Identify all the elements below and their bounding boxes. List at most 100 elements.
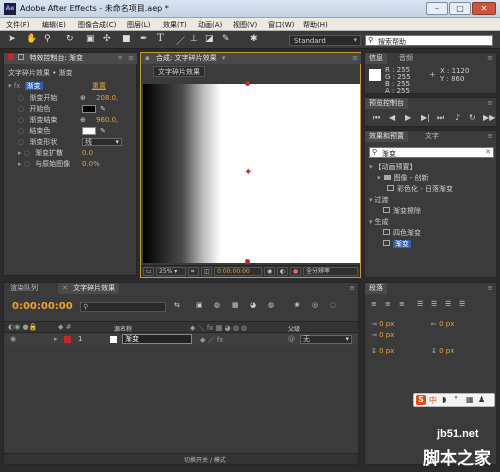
align-left-icon[interactable]: ≡ xyxy=(371,300,377,308)
minimize-icon[interactable]: – xyxy=(426,2,448,15)
stopwatch-icon[interactable]: ◌ xyxy=(18,116,24,124)
property-row[interactable]: ▸ ◌ 渐变扩散 0.0 xyxy=(4,148,136,158)
layer-name[interactable]: 渐变 xyxy=(122,334,192,344)
tab-info[interactable]: 信息 xyxy=(365,53,387,64)
ime-tools-icon[interactable]: ° xyxy=(454,395,458,404)
parent-select[interactable]: 无 ▾ xyxy=(300,335,352,344)
indent-left-value[interactable]: ⇥ 0 px xyxy=(371,320,394,328)
type-tool-icon[interactable]: T xyxy=(157,33,164,44)
gradient-end-point-icon[interactable] xyxy=(245,259,250,264)
stopwatch-icon[interactable]: ◌ xyxy=(18,138,24,146)
zoom-tool-icon[interactable]: ⚲ xyxy=(44,34,51,44)
tab-composition[interactable]: ▪ 合成: 文字碎片效果 ▾ ≡ xyxy=(141,53,361,64)
close-icon[interactable]: ✕ xyxy=(62,284,68,292)
tree-item[interactable]: 四色渐变 xyxy=(365,228,496,238)
justify-icon[interactable]: ☰ xyxy=(417,300,423,308)
justify-center-icon[interactable]: ☰ xyxy=(431,300,437,308)
ram-preview-icon[interactable]: ▶▶ xyxy=(483,113,495,122)
stopwatch-icon[interactable]: ◌ xyxy=(24,160,30,168)
property-value[interactable]: 960.0, xyxy=(96,115,118,125)
tab-audio[interactable]: 音频 xyxy=(395,53,417,64)
camera-tool-icon[interactable]: ▣ xyxy=(86,34,95,44)
comp-mini-flowchart-icon[interactable]: ⇆ xyxy=(174,301,180,309)
audio-icon[interactable]: ♪ xyxy=(455,113,460,122)
composition-subtab[interactable]: 文字碎片效果 xyxy=(153,66,205,77)
eye-icon[interactable]: ◉ xyxy=(10,335,16,343)
expand-arrow-icon[interactable]: ▸ xyxy=(54,335,58,343)
prev-frame-icon[interactable]: ◀ xyxy=(389,113,395,122)
clear-icon[interactable]: ✕ xyxy=(485,148,491,156)
frame-blending-icon[interactable]: ▦ xyxy=(232,301,239,309)
show-snapshot-icon[interactable]: ◐ xyxy=(277,267,288,276)
workspace-select[interactable]: Standard ▾ xyxy=(289,35,361,46)
brush-tool-icon[interactable]: ／ xyxy=(176,34,185,47)
tree-item[interactable]: ▾ 图像 - 创新 xyxy=(365,173,496,183)
menu-window[interactable]: 窗口(W) xyxy=(268,20,294,30)
reset-link[interactable]: 重置 xyxy=(92,81,106,91)
color-swatch-white[interactable] xyxy=(82,127,96,135)
tab-render-queue[interactable]: 渲染队列 xyxy=(6,283,42,294)
tab-paragraph[interactable]: 段落 xyxy=(365,283,387,294)
snapshot-icon[interactable]: ◉ xyxy=(264,267,275,276)
fit-icon[interactable]: ⌗ xyxy=(188,267,199,276)
property-row[interactable]: ▸ ◌ 与原始图像 0.0% xyxy=(4,159,136,169)
anchor-point-icon[interactable]: ✦ xyxy=(244,167,252,178)
eraser-tool-icon[interactable]: ◪ xyxy=(205,34,214,44)
clone-tool-icon[interactable]: ⊥ xyxy=(190,34,198,44)
panel-menu-icon[interactable]: ≡ xyxy=(128,53,134,64)
stopwatch-icon[interactable]: ◌ xyxy=(18,127,24,135)
parent-pickwhip-icon[interactable]: @ xyxy=(288,335,295,343)
panel-menu-icon[interactable]: ≡ xyxy=(487,284,493,292)
eyedropper-icon[interactable]: ✎ xyxy=(100,104,106,114)
tree-item[interactable]: ▾ 过渡 xyxy=(365,195,496,205)
stopwatch-icon[interactable]: ◌ xyxy=(24,149,30,157)
property-row[interactable]: ◌ 渐变形状 线 ▾ xyxy=(4,137,136,147)
hand-tool-icon[interactable]: ✋ xyxy=(26,34,37,44)
selection-tool-icon[interactable]: ➤ xyxy=(8,34,16,44)
zoom-select[interactable]: 25% ▾ xyxy=(156,267,186,276)
property-row[interactable]: ◌ 结束色 ✎ xyxy=(4,126,136,136)
justify-right-icon[interactable]: ☰ xyxy=(445,300,451,308)
layer-row[interactable]: ◉ ▸ 1 渐变 ◆ ／ fx @ 无 ▾ xyxy=(4,334,358,345)
play-icon[interactable]: ▶ xyxy=(405,113,411,122)
roto-brush-icon[interactable]: ✎ xyxy=(222,34,230,44)
property-row[interactable]: ◌ 开始色 ✎ xyxy=(4,104,136,114)
indent-right-value[interactable]: ⇤ 0 px xyxy=(431,320,454,328)
motion-blur-icon[interactable]: ◕ xyxy=(250,301,256,309)
property-value[interactable]: 208.0, xyxy=(96,93,118,103)
shape-select[interactable]: 线 ▾ xyxy=(82,138,122,146)
color-swatch-black[interactable] xyxy=(82,105,96,113)
maximize-icon[interactable]: □ xyxy=(449,2,471,15)
effect-row[interactable]: ▾ fx 渐变 重置 xyxy=(4,81,136,91)
first-frame-icon[interactable]: ⏮ xyxy=(373,113,380,123)
shy-layers-icon[interactable]: ◍ xyxy=(214,301,220,309)
tree-item[interactable]: ▾ 生成 xyxy=(365,217,496,227)
property-value[interactable]: 0.0% xyxy=(82,159,100,169)
close-icon[interactable]: ✕ xyxy=(117,53,123,64)
ime-punct-icon[interactable]: ◗ xyxy=(442,395,446,404)
loop-icon[interactable]: ↻ xyxy=(469,113,476,122)
layer-label-color[interactable] xyxy=(64,336,71,343)
panel-menu-icon[interactable]: ≡ xyxy=(487,132,493,140)
timeline-search-field[interactable]: ⚲ xyxy=(80,302,166,312)
menu-help[interactable]: 帮助(H) xyxy=(303,20,328,30)
always-preview-icon[interactable]: ▭ xyxy=(143,267,154,276)
effects-search-field[interactable]: ⚲ 渐变 ✕ xyxy=(369,147,494,158)
property-value[interactable]: 0.0 xyxy=(82,148,93,158)
ime-keyboard-icon[interactable]: ▦ xyxy=(466,395,474,404)
rectangle-tool-icon[interactable]: ■ xyxy=(122,34,131,44)
tree-item[interactable]: 渐变擦除 xyxy=(365,206,496,216)
expand-arrow-icon[interactable]: ▸ xyxy=(18,149,22,157)
crosshair-icon[interactable]: ⊕ xyxy=(80,93,86,103)
chevron-down-icon[interactable]: ▾ xyxy=(222,54,226,62)
menu-file[interactable]: 文件(F) xyxy=(6,20,30,30)
panel-menu-icon[interactable]: ≡ xyxy=(352,53,358,64)
pen-tool-icon[interactable]: ✒ xyxy=(140,34,148,44)
puppet-tool-icon[interactable]: ✱ xyxy=(250,34,258,44)
channel-icon[interactable]: ● xyxy=(290,267,301,276)
align-center-icon[interactable]: ≡ xyxy=(385,300,391,308)
justify-all-icon[interactable]: ☰ xyxy=(459,300,465,308)
ime-chinese-icon[interactable]: 中 xyxy=(429,395,437,406)
brainstorm-icon[interactable]: ❀ xyxy=(294,301,300,309)
tree-item[interactable]: 渐变 xyxy=(365,239,496,249)
